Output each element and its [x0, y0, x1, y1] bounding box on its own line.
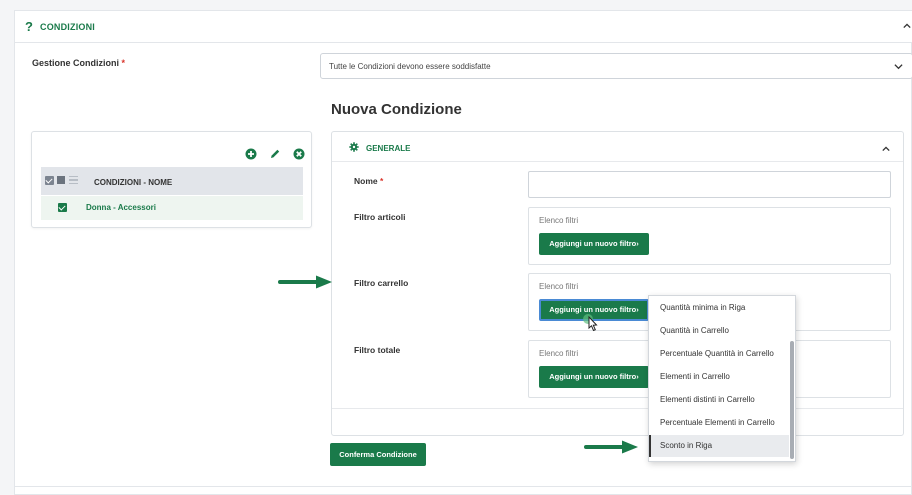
dropdown-option[interactable]: Percentuale Quantità in Carrello [649, 343, 789, 365]
filter-list-label: Elenco filtri [539, 349, 579, 358]
card-header[interactable]: GENERALE [332, 132, 903, 162]
divider [15, 486, 912, 487]
card-section-label: GENERALE [366, 144, 411, 153]
dropdown-option-selected[interactable]: Sconto in Riga [649, 435, 789, 457]
filtro-articoli-label: Filtro articoli [354, 212, 406, 222]
chevron-up-icon[interactable] [882, 145, 890, 153]
add-icon[interactable] [245, 148, 257, 160]
filtro-totale-label: Filtro totale [354, 345, 401, 355]
tree-header-label: CONDIZIONI - NOME [94, 178, 173, 187]
gear-icon [349, 142, 359, 152]
dropdown-option[interactable]: Elementi distinti in Carrello [649, 389, 789, 411]
filtro-articoli-box: Elenco filtri Aggiungi un nuovo filtro› [528, 207, 891, 265]
dropdown-scrollbar[interactable] [790, 341, 794, 459]
edit-icon[interactable] [269, 148, 281, 160]
confirm-condition-button[interactable]: Conferma Condizione [330, 443, 426, 466]
add-filter-button[interactable]: Aggiungi un nuovo filtro› [539, 366, 649, 388]
cursor-icon [583, 314, 598, 332]
gestione-condizioni-label: Gestione Condizioni * [32, 58, 126, 68]
arrow-right-icon [278, 275, 332, 289]
filter-type-dropdown: Quantità minima in Riga Quantità in Carr… [648, 295, 796, 462]
conditions-tree-panel: CONDIZIONI - NOME Donna - Accessori [31, 131, 312, 228]
section-header[interactable]: ? CONDIZIONI [15, 11, 912, 43]
chevron-up-icon[interactable] [903, 22, 911, 30]
dropdown-option[interactable]: Quantità minima in Riga [649, 297, 789, 319]
tree-row-label[interactable]: Donna - Accessori [86, 203, 156, 212]
arrow-right-icon [584, 440, 638, 454]
help-icon: ? [25, 19, 33, 34]
filter-list-label: Elenco filtri [539, 216, 579, 225]
add-filter-button[interactable]: Aggiungi un nuovo filtro› [539, 233, 649, 255]
nome-input[interactable] [528, 171, 891, 198]
select-value: Tutte le Condizioni devono essere soddis… [329, 62, 491, 71]
section-title: CONDIZIONI [40, 22, 95, 32]
select-all-checkbox[interactable] [45, 176, 54, 185]
filtro-carrello-label: Filtro carrello [354, 278, 409, 288]
card-divider [332, 408, 903, 409]
tree-header-row[interactable]: CONDIZIONI - NOME [41, 167, 303, 195]
row-checkbox[interactable] [58, 203, 67, 212]
nome-label: Nome * [354, 176, 384, 186]
dropdown-option[interactable]: Elementi in Carrello [649, 366, 789, 388]
required-mark: * [121, 58, 126, 68]
folder-icon [57, 176, 65, 184]
condition-form-card: GENERALE Nome * Filtro articoli Elenco f… [331, 131, 904, 436]
chevron-down-icon [894, 64, 903, 70]
required-mark: * [380, 176, 384, 186]
list-icon [69, 176, 78, 184]
dropdown-option[interactable]: Quantità in Carrello [649, 320, 789, 342]
dropdown-option[interactable]: Percentuale Elementi in Carrello [649, 412, 789, 434]
gestione-condizioni-select[interactable]: Tutte le Condizioni devono essere soddis… [320, 53, 912, 79]
filter-list-label: Elenco filtri [539, 282, 579, 291]
page-title: Nuova Condizione [331, 101, 462, 118]
delete-icon[interactable] [293, 148, 305, 160]
tree-row[interactable]: Donna - Accessori [41, 196, 303, 220]
tree-toolbar [245, 148, 305, 160]
